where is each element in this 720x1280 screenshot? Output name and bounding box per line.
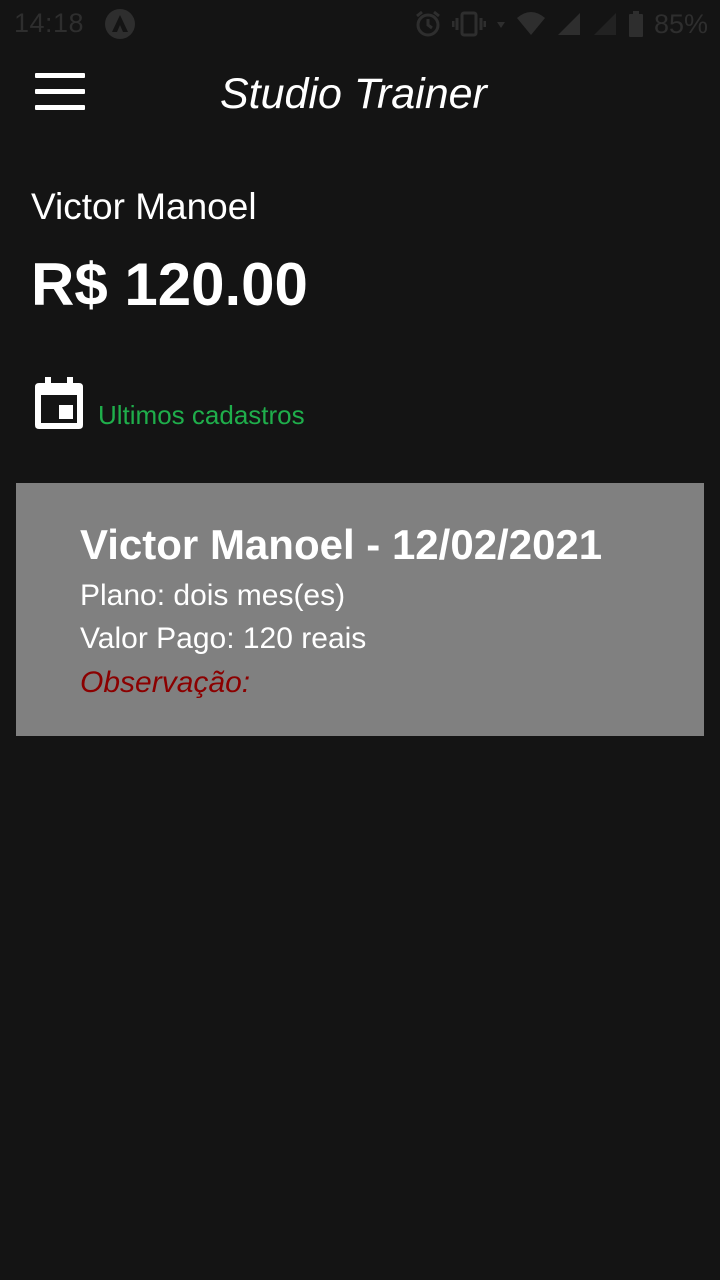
alarm-icon <box>416 10 440 37</box>
recent-records-label: Ultimos cadastros <box>98 400 305 430</box>
status-time: 14:18 <box>14 8 85 38</box>
vibrate-icon <box>451 11 486 37</box>
app-bar: Studio Trainer <box>0 48 720 140</box>
status-bar: 14:18 85% <box>0 0 720 48</box>
record-note: Observação: <box>80 666 251 699</box>
total-amount: R$ 120.00 <box>31 251 308 318</box>
battery-percentage: 85% <box>653 8 708 39</box>
hamburger-menu-icon[interactable] <box>35 73 85 111</box>
data-arrows-icon <box>496 22 505 28</box>
record-title: Victor Manoel - 12/02/2021 <box>80 521 603 568</box>
status-icons: 85% <box>414 6 708 42</box>
record-card[interactable]: Victor Manoel - 12/02/2021 Plano: dois m… <box>16 483 704 736</box>
app-title: Studio Trainer <box>220 70 487 118</box>
app-notification-icon <box>105 9 135 39</box>
record-paid-value: Valor Pago: 120 reais <box>80 622 367 655</box>
signal-icon <box>557 13 580 35</box>
wifi-icon <box>516 12 545 35</box>
record-plan: Plano: dois mes(es) <box>80 579 346 612</box>
battery-icon <box>628 11 643 37</box>
calendar-icon <box>35 377 83 429</box>
signal-secondary-icon <box>593 13 616 35</box>
recent-records-header: Ultimos cadastros <box>35 375 305 430</box>
client-name: Victor Manoel <box>31 186 257 227</box>
